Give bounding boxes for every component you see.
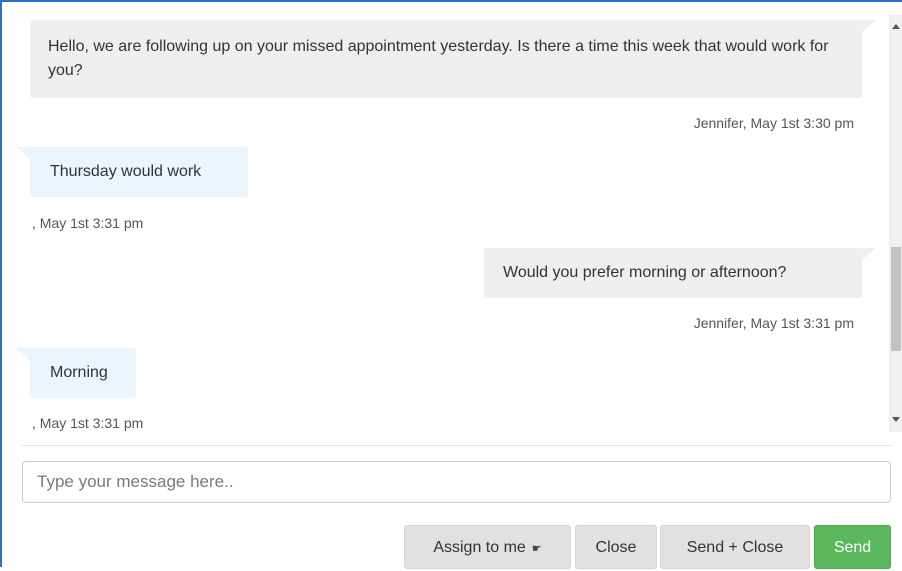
pointing-hand-icon: ☛ [531,543,542,555]
bubble-tail [862,248,876,260]
assign-to-me-button[interactable]: Assign to me ☛ [404,525,571,569]
assign-label: Assign to me [433,539,526,556]
message-text: Thursday would work [50,163,202,180]
bubble-tail [862,20,876,32]
scroll-up-arrow-icon[interactable] [892,24,900,29]
message-text: Would you prefer morning or afternoon? [503,264,787,281]
send-button[interactable]: Send [814,525,891,569]
agent-message: Hello, we are following up on your misse… [30,20,876,98]
send-close-button[interactable]: Send + Close [660,525,810,569]
customer-message: Morning [16,348,136,398]
message-meta: , May 1st 3:31 pm [32,415,144,431]
close-button[interactable]: Close [575,525,657,569]
message-list: Hello, we are following up on your misse… [4,4,888,432]
send-close-label: Send + Close [686,539,784,556]
agent-message: Would you prefer morning or afternoon? [484,248,876,298]
scroll-thumb[interactable] [891,247,901,351]
message-input[interactable] [22,461,891,503]
bubble-tail [16,147,30,159]
bubble-tail [16,348,30,360]
divider [22,445,892,446]
chat-panel: Hello, we are following up on your misse… [0,0,902,569]
message-text: Hello, we are following up on your misse… [48,38,829,79]
scroll-down-arrow-icon[interactable] [892,417,900,422]
send-label: Send [833,539,872,556]
close-label: Close [595,539,637,556]
message-text: Morning [50,364,108,381]
customer-message: Thursday would work [16,147,248,197]
message-meta: Jennifer, May 1st 3:30 pm [693,115,854,131]
message-meta: Jennifer, May 1st 3:31 pm [693,315,854,331]
message-scrollbar[interactable] [889,14,902,432]
message-meta: , May 1st 3:31 pm [32,215,144,231]
